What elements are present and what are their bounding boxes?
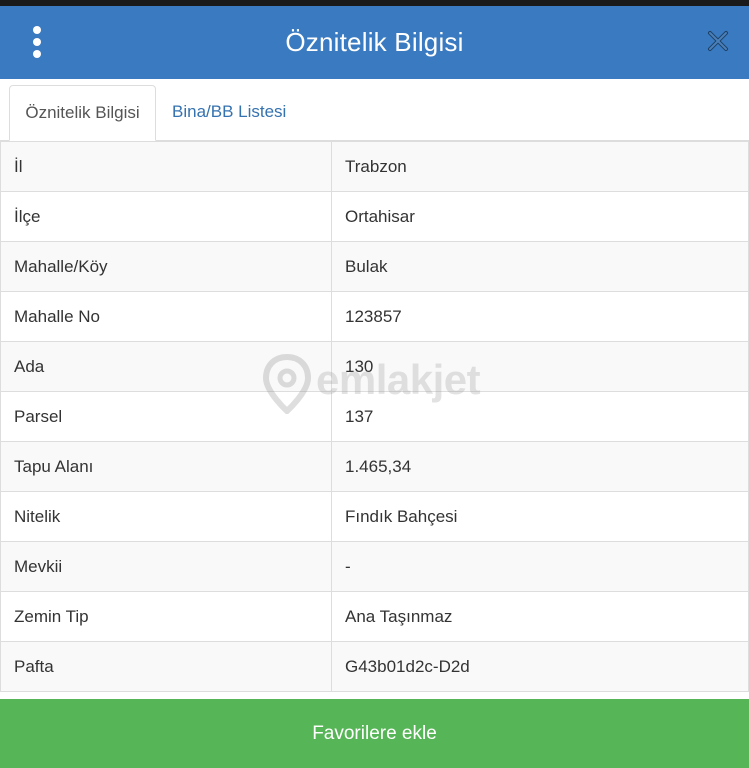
tab-bar: Öznitelik Bilgisi Bina/BB Listesi (0, 79, 749, 141)
table-row: Zemin Tip Ana Taşınmaz (0, 591, 749, 642)
attribute-key: Mahalle/Köy (0, 241, 332, 292)
attribute-value: - (331, 541, 749, 592)
tab-building-list[interactable]: Bina/BB Listesi (156, 85, 302, 141)
attribute-value: Ana Taşınmaz (331, 591, 749, 642)
attribute-value: Ortahisar (331, 191, 749, 242)
table-row: İlçe Ortahisar (0, 191, 749, 242)
attribute-key: İlçe (0, 191, 332, 242)
attribute-table-container: İl Trabzon İlçe Ortahisar Mahalle/Köy Bu… (0, 141, 749, 692)
attribute-value: 123857 (331, 291, 749, 342)
attribute-table: İl Trabzon İlçe Ortahisar Mahalle/Köy Bu… (0, 141, 749, 692)
attribute-value: 137 (331, 391, 749, 442)
table-row: Ada 130 (0, 341, 749, 392)
attribute-value: Bulak (331, 241, 749, 292)
attribute-key: Mahalle No (0, 291, 332, 342)
attribute-key: Zemin Tip (0, 591, 332, 642)
dialog-title: Öznitelik Bilgisi (285, 27, 464, 57)
table-row: Pafta G43b01d2c-D2d (0, 641, 749, 692)
attribute-key: İl (0, 141, 332, 192)
add-to-favorites-button[interactable]: Favorilere ekle (0, 699, 749, 768)
table-row: Mevkii - (0, 541, 749, 592)
attribute-value: Fındık Bahçesi (331, 491, 749, 542)
close-button[interactable] (705, 28, 731, 54)
attribute-key: Mevkii (0, 541, 332, 592)
tab-attribute-info[interactable]: Öznitelik Bilgisi (9, 85, 156, 141)
attribute-key: Parsel (0, 391, 332, 442)
table-row: Mahalle/Köy Bulak (0, 241, 749, 292)
attribute-value: G43b01d2c-D2d (331, 641, 749, 692)
attribute-value: 1.465,34 (331, 441, 749, 492)
attribute-key: Pafta (0, 641, 332, 692)
dialog-header: Öznitelik Bilgisi (0, 6, 749, 79)
attribute-value: Trabzon (331, 141, 749, 192)
table-row: Tapu Alanı 1.465,34 (0, 441, 749, 492)
table-row: Nitelik Fındık Bahçesi (0, 491, 749, 542)
table-row: İl Trabzon (0, 141, 749, 192)
table-row: Parsel 137 (0, 391, 749, 442)
attribute-key: Nitelik (0, 491, 332, 542)
attribute-info-dialog: Öznitelik Bilgisi Öznitelik Bilgisi Bina… (0, 0, 749, 768)
close-icon (708, 31, 728, 51)
table-row: Mahalle No 123857 (0, 291, 749, 342)
attribute-key: Ada (0, 341, 332, 392)
attribute-value: 130 (331, 341, 749, 392)
attribute-key: Tapu Alanı (0, 441, 332, 492)
